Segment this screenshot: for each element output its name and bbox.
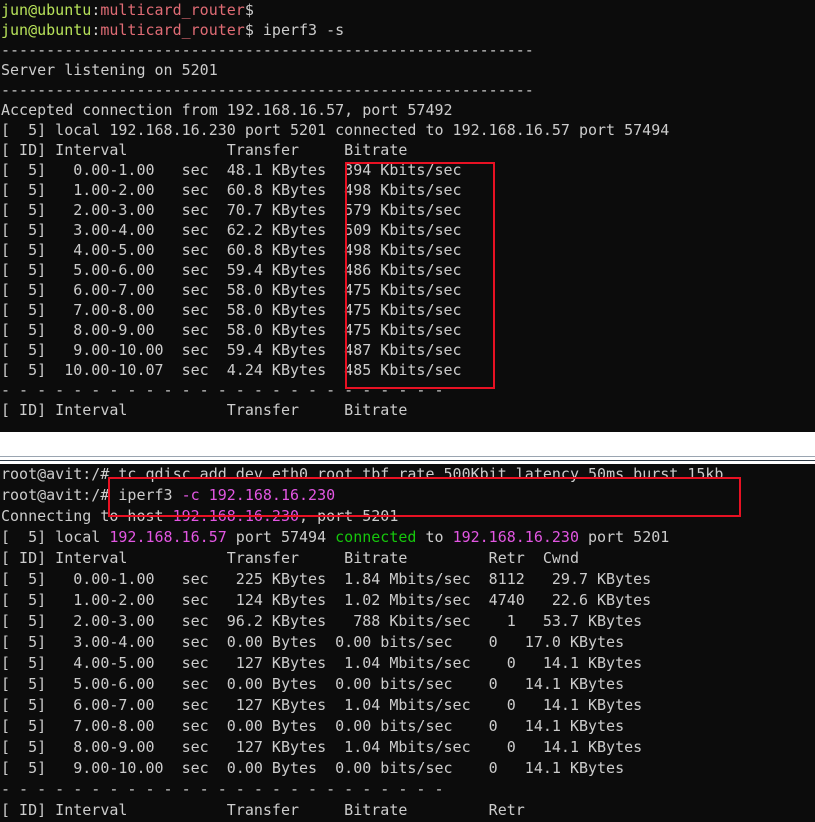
prompt-command: iperf3 -s — [253, 21, 345, 39]
server-output-line: Server listening on 5201 — [1, 61, 218, 79]
client-output-line: [ 5] 8.00-9.00 sec 127 KBytes 1.04 Mbits… — [1, 738, 643, 756]
client-output-line: [ 5] 6.00-7.00 sec 127 KBytes 1.04 Mbits… — [1, 696, 643, 714]
client-output-line: [ 5] 9.00-10.00 sec 0.00 Bytes 0.00 bits… — [1, 759, 625, 777]
prompt-path: multicard_router — [100, 21, 245, 39]
bitrate-highlight-box — [345, 162, 495, 389]
prompt-symbol: $ — [244, 1, 254, 19]
prompt-path: multicard_router — [100, 1, 245, 19]
client-output-line: [ 5] 2.00-3.00 sec 96.2 KBytes 788 Kbits… — [1, 612, 643, 630]
server-output-line: [ ID] Interval Transfer Bitrate — [1, 401, 408, 419]
local-prefix: [ 5] local — [1, 528, 110, 546]
local-connection-line: [ 5] local 192.168.16.57 port 57494 conn… — [0, 527, 815, 548]
prompt-user: jun@ubuntu — [1, 21, 92, 39]
local-port: port 57494 — [226, 528, 336, 546]
remote-port: port 5201 — [579, 528, 670, 546]
server-prompt-line-2: jun@ubuntu:multicard_router$ iperf3 -s — [1, 21, 345, 39]
command-highlight-box — [108, 477, 741, 517]
client-output-line: [ 5] 3.00-4.00 sec 0.00 Bytes 0.00 bits/… — [1, 633, 625, 651]
server-output-line: ----------------------------------------… — [1, 81, 534, 99]
prompt-user: jun@ubuntu — [1, 1, 92, 19]
server-output-line: Accepted connection from 192.168.16.57, … — [1, 101, 453, 119]
connected-word: connected — [335, 528, 417, 546]
client-output-line: [ 5] 5.00-6.00 sec 0.00 Bytes 0.00 bits/… — [1, 675, 625, 693]
client-output: [ ID] Interval Transfer Bitrate Retr Cwn… — [0, 548, 815, 821]
prompt-symbol: $ — [244, 21, 254, 39]
server-output-line: [ ID] Interval Transfer Bitrate — [1, 141, 408, 159]
client-output-line: [ ID] Interval Transfer Bitrate Retr — [1, 801, 525, 819]
pane-divider-light — [0, 456, 815, 457]
local-ip: 192.168.16.57 — [109, 528, 227, 546]
client-output-line: [ 5] 7.00-8.00 sec 0.00 Bytes 0.00 bits/… — [1, 717, 625, 735]
to-word: to — [416, 528, 453, 546]
client-output-line: [ 5] 0.00-1.00 sec 225 KBytes 1.84 Mbits… — [1, 570, 652, 588]
prompt-root: root@avit:/# — [1, 486, 110, 504]
pane-divider-dark — [0, 460, 815, 461]
server-output-line: ----------------------------------------… — [1, 41, 534, 59]
remote-ip: 192.168.16.230 — [452, 528, 579, 546]
client-output-line: [ ID] Interval Transfer Bitrate Retr Cwn… — [1, 549, 579, 567]
client-output-line: - - - - - - - - - - - - - - - - - - - - … — [1, 780, 444, 798]
prompt-root: root@avit:/# — [1, 465, 110, 483]
server-prompt-line-1: jun@ubuntu:multicard_router$ — [1, 1, 254, 19]
client-output-line: [ 5] 4.00-5.00 sec 127 KBytes 1.04 Mbits… — [1, 654, 643, 672]
client-terminal-pane[interactable]: root@avit:/# tc qdisc add dev eth0 root … — [0, 464, 815, 822]
client-output-line: [ 5] 1.00-2.00 sec 124 KBytes 1.02 Mbits… — [1, 591, 652, 609]
server-output-line: [ 5] local 192.168.16.230 port 5201 conn… — [1, 121, 670, 139]
